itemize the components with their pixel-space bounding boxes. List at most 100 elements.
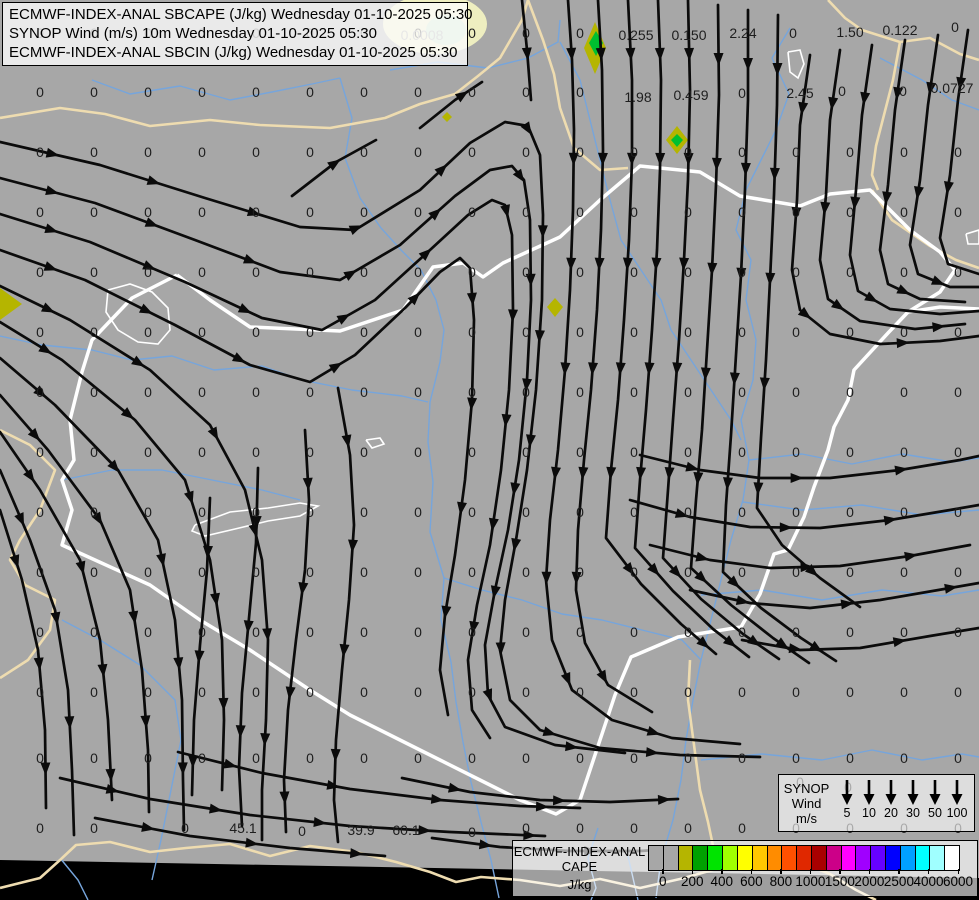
cape-tick-value: 800	[769, 874, 793, 889]
map-value-label: 0	[90, 820, 98, 836]
map-value-label: 0	[792, 564, 800, 580]
map-value-label: 0	[360, 84, 368, 100]
map-value-label: 0	[252, 84, 260, 100]
cape-tick-value: 1500	[824, 874, 855, 889]
cape-tick-value: 2000	[854, 874, 885, 889]
map-value-label: 0	[954, 564, 962, 580]
map-value-label: 0	[36, 264, 44, 280]
map-value-label: 0	[576, 820, 584, 836]
map-value-label: 0	[684, 144, 692, 160]
wind-speed-label: 5	[843, 806, 851, 820]
wind-legend-title: SYNOP Wind m/s	[779, 775, 834, 831]
map-value-label: 0	[36, 144, 44, 160]
map-value-label: 0	[630, 684, 638, 700]
map-value-label: 0	[954, 144, 962, 160]
map-value-label: 0	[414, 204, 422, 220]
map-value-label: 0	[468, 204, 476, 220]
map-value-label: 0	[36, 444, 44, 460]
map-value-label: 0	[630, 820, 638, 836]
map-value-label: 0	[738, 204, 746, 220]
cape-swatch	[915, 846, 931, 870]
cape-swatch	[945, 846, 960, 870]
map-value-label: 0	[522, 820, 530, 836]
map-value-label: 0	[306, 750, 314, 766]
map-value-label: 0	[684, 384, 692, 400]
cape-tick-value: 400	[710, 874, 734, 889]
cape-tick-value: 2500	[883, 874, 914, 889]
map-value-label: 0	[684, 624, 692, 640]
wind-arrow-icon	[885, 780, 897, 805]
cape-swatch	[871, 846, 886, 870]
map-value-label: 0	[789, 25, 797, 41]
map-value-label: 0	[90, 84, 98, 100]
map-value-label: 0	[360, 624, 368, 640]
map-value-label: 0.459	[673, 87, 708, 103]
cape-swatch	[886, 846, 901, 870]
map-value-label: 0	[630, 444, 638, 460]
map-value-label: 0	[144, 750, 152, 766]
map-value-label: 0	[792, 750, 800, 766]
map-value-label: 0	[360, 684, 368, 700]
map-value-label: 0	[846, 444, 854, 460]
map-value-label: 0	[144, 144, 152, 160]
map-value-label: 0	[414, 84, 422, 100]
wind-arrow-icon	[841, 780, 853, 805]
map-value-label: 0	[738, 444, 746, 460]
map-value-label: 0	[144, 264, 152, 280]
map-value-label: 0	[630, 144, 638, 160]
map-value-label: 0	[198, 504, 206, 520]
map-value-label: 0	[576, 84, 584, 100]
cape-swatch	[826, 846, 842, 870]
map-value-label: 0	[846, 204, 854, 220]
map-value-label: 0	[576, 564, 584, 580]
map-value-label: 0	[630, 504, 638, 520]
map-value-label: 0	[90, 144, 98, 160]
map-value-label: 0	[738, 684, 746, 700]
cape-colorbar-area: 0 200 400 600 800 1000 1500 2000 2500 4000 6000	[646, 841, 977, 896]
map-value-label: 0	[522, 750, 530, 766]
map-value-label: 0	[36, 820, 44, 836]
map-title-box: ECMWF-INDEX-ANAL SBCAPE (J/kg) Wednesday…	[2, 2, 473, 66]
map-value-label: 0	[738, 564, 746, 580]
map-value-label: 0	[144, 384, 152, 400]
map-value-label: 0	[252, 624, 260, 640]
map-value-label: 0	[576, 144, 584, 160]
map-value-label: 0	[198, 324, 206, 340]
weather-map-canvas: 0 0 0 0 0 0 0 0 0 0 0 0 0 0 0 0 0 0 0 0 0 0 0 0 0 0 0 0 0 0 0 0 0 0 0 0 0 0 0 0…	[0, 0, 979, 900]
map-value-label: 0	[792, 264, 800, 280]
map-value-label: 0	[306, 444, 314, 460]
map-value-label: 0	[846, 684, 854, 700]
map-value-label: 0	[738, 750, 746, 766]
map-value-label: 0	[900, 324, 908, 340]
map-value-label: 0	[522, 444, 530, 460]
map-value-label: 0	[576, 25, 584, 41]
map-value-label: 0	[468, 684, 476, 700]
map-value-label: 0	[36, 204, 44, 220]
map-value-label: 0	[738, 264, 746, 280]
title-line-wind: SYNOP Wind (m/s) 10m Wednesday 01-10-202…	[9, 25, 377, 42]
map-value-label: 0	[360, 204, 368, 220]
map-value-label: 0	[900, 144, 908, 160]
wind-arrow-icon	[951, 780, 963, 805]
map-value-label: 0	[900, 750, 908, 766]
map-value-label: 60.1	[392, 822, 419, 838]
map-value-label: 0	[252, 684, 260, 700]
map-value-label: 0	[306, 264, 314, 280]
map-value-label: 0	[306, 324, 314, 340]
map-value-label: 0	[360, 564, 368, 580]
map-value-label: 0	[522, 504, 530, 520]
wind-speed-label: 100	[946, 806, 968, 820]
map-value-label: 0	[252, 750, 260, 766]
map-value-label: 0	[198, 750, 206, 766]
map-value-label: 0	[468, 144, 476, 160]
map-value-label: 0	[846, 264, 854, 280]
map-value-label: 1.50	[836, 24, 863, 40]
map-value-label: 0.0727	[931, 80, 974, 96]
map-value-label: 0	[414, 750, 422, 766]
map-value-label: 0	[522, 25, 530, 41]
map-value-label: 0	[144, 504, 152, 520]
wind-legend-units: m/s	[796, 810, 817, 826]
map-value-label: 0	[576, 504, 584, 520]
map-value-label: 0	[522, 684, 530, 700]
map-value-label: 0	[900, 564, 908, 580]
